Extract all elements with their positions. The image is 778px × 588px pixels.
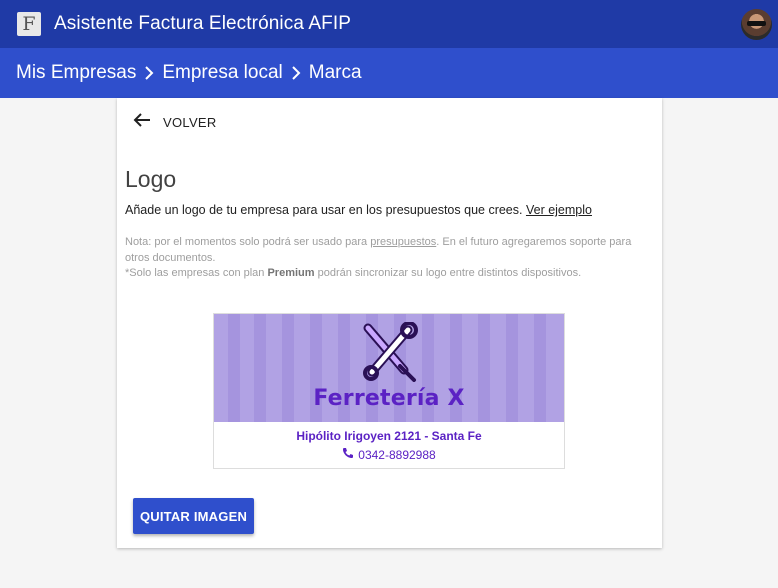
logo-brand-name: Ferretería X bbox=[313, 386, 465, 411]
breadcrumb-item-empresas[interactable]: Mis Empresas bbox=[16, 62, 136, 84]
plan-name: Premium bbox=[267, 267, 315, 279]
logo-preview: Ferretería X Hipólito Irigoyen 2121 - Sa… bbox=[213, 313, 565, 469]
logo-banner: Ferretería X bbox=[214, 314, 564, 422]
app-bar: F Asistente Factura Electrónica AFIP bbox=[0, 0, 778, 48]
back-button[interactable]: VOLVER bbox=[133, 112, 217, 133]
breadcrumb-item-marca: Marca bbox=[308, 62, 362, 83]
presupuestos-link[interactable]: presupuestos bbox=[370, 236, 436, 248]
app-title: Asistente Factura Electrónica AFIP bbox=[54, 13, 351, 34]
tools-icon bbox=[363, 322, 418, 382]
remove-image-button[interactable]: QUITAR IMAGEN bbox=[133, 498, 254, 534]
phone-icon bbox=[342, 447, 354, 462]
arrow-left-icon bbox=[133, 112, 151, 133]
breadcrumb-item-empresa-local[interactable]: Empresa local bbox=[162, 62, 282, 84]
logo-phone: 0342-8892988 bbox=[214, 447, 564, 462]
breadcrumb: Mis Empresas Empresa local Marca bbox=[0, 48, 778, 98]
app-logo-icon: F bbox=[17, 12, 41, 36]
logo-note: Nota: por el momentos solo podrá ser usa… bbox=[125, 235, 645, 282]
chevron-right-icon bbox=[285, 63, 307, 83]
avatar[interactable] bbox=[741, 9, 772, 40]
back-label: VOLVER bbox=[163, 115, 217, 130]
logo-description: Añade un logo de tu empresa para usar en… bbox=[125, 203, 592, 217]
chevron-right-icon bbox=[138, 63, 160, 83]
section-title: Logo bbox=[125, 166, 177, 192]
phone-number: 0342-8892988 bbox=[358, 447, 436, 462]
note-text: Nota: por el momentos solo podrá ser usa… bbox=[125, 236, 371, 248]
brand-card: VOLVER Logo Añade un logo de tu empresa … bbox=[117, 98, 662, 548]
logo-address: Hipólito Irigoyen 2121 - Santa Fe bbox=[296, 429, 482, 443]
example-link[interactable]: Ver ejemplo bbox=[526, 203, 592, 217]
description-text: Añade un logo de tu empresa para usar en… bbox=[125, 203, 523, 217]
plan-note-text: *Solo las empresas con plan bbox=[125, 267, 268, 279]
plan-note-text-end: podrán sincronizar su logo entre distint… bbox=[314, 267, 582, 279]
